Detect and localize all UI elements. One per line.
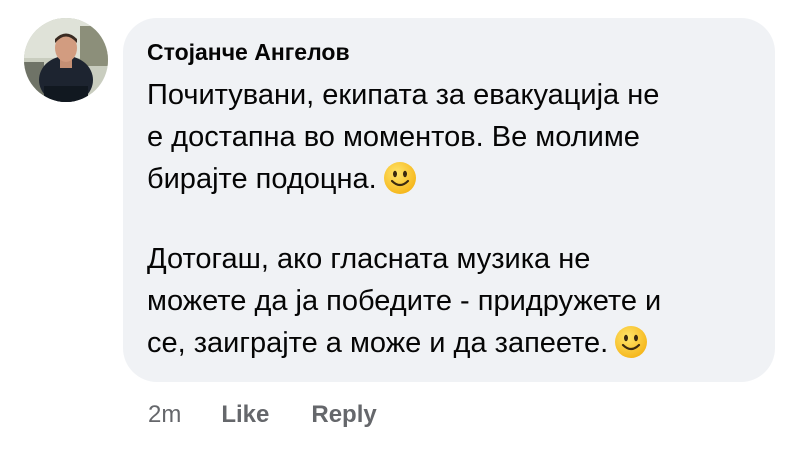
comment-text-line: е достапна во моментов. Ве молиме bbox=[147, 121, 640, 153]
comment-text-line: се, заиграјте а може и да запеете. bbox=[147, 322, 751, 364]
comment-bubble: Стојанче Ангелов Почитувани, екипата за … bbox=[123, 18, 775, 382]
comment-text-line: Почитувани, екипата за евакуација не bbox=[147, 79, 660, 111]
comment-author[interactable]: Стојанче Ангелов bbox=[147, 38, 751, 66]
comment-timestamp[interactable]: 2m bbox=[148, 401, 181, 429]
comment-text-line: можете да ја победите - придружете и bbox=[147, 285, 662, 317]
comment-text-span: бирајте подоцна. bbox=[147, 163, 377, 195]
comment-text-span: се, заиграјте а може и да запеете. bbox=[147, 327, 609, 359]
comment-text-line: бирајте подоцна. bbox=[147, 158, 751, 200]
avatar-photo bbox=[24, 18, 108, 102]
smiley-emoji-icon bbox=[614, 325, 648, 359]
smiley-emoji-icon bbox=[383, 161, 417, 195]
avatar[interactable] bbox=[24, 18, 108, 102]
comment-actions: 2m Like Reply bbox=[148, 398, 377, 432]
comment-thread: Стојанче Ангелов Почитувани, екипата за … bbox=[0, 0, 800, 449]
like-button[interactable]: Like bbox=[221, 401, 269, 429]
reply-button[interactable]: Reply bbox=[311, 401, 376, 429]
comment-text-line: Дотогаш, ако гласната музика не bbox=[147, 243, 591, 275]
